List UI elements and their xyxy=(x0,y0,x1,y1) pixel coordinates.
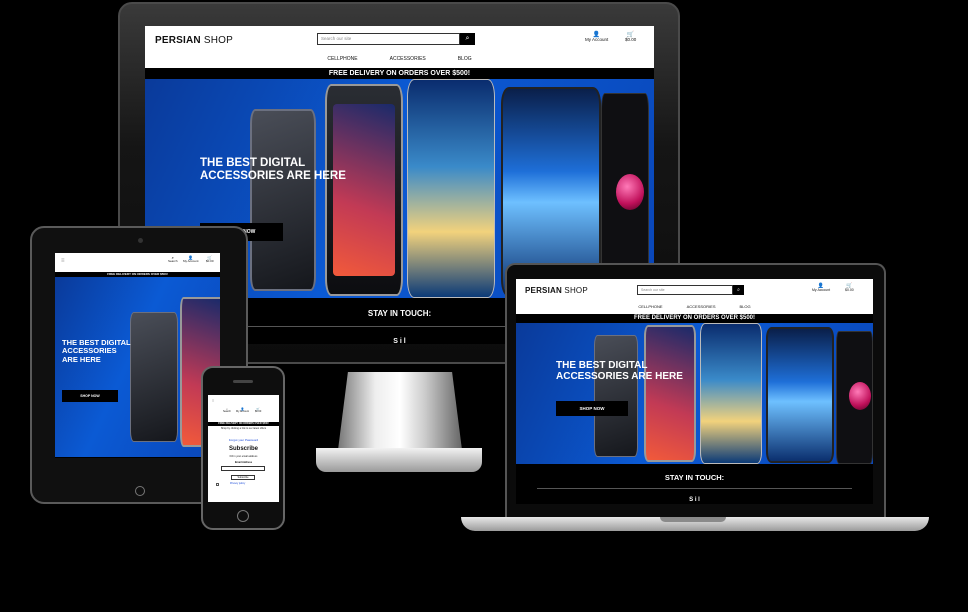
hero-phone-image xyxy=(700,323,762,464)
delivery-banner: FREE DELIVERY ON ORDERS OVER $500! xyxy=(516,314,873,323)
hero-phone-image xyxy=(594,335,638,457)
site-header: PERSIAN SHOP Search our site ⌕ 👤 My Acco… xyxy=(516,279,873,314)
nav-blog[interactable]: BLOG xyxy=(458,56,472,62)
menu-icon[interactable]: ≡ xyxy=(61,258,65,264)
nav-cellphone[interactable]: CELLPHONE xyxy=(327,56,357,62)
hero-title: THE BEST DIGITAL ACCESSORIES ARE HERE xyxy=(62,338,131,364)
cart-link[interactable]: 🛒 $0.00 xyxy=(255,408,261,414)
phone-home-button xyxy=(237,510,249,522)
site-header: PERSIAN SHOP Search our site ⌕ 👤 My Acco… xyxy=(145,26,654,68)
search-icon: ⌕ xyxy=(737,287,740,293)
nav-blog[interactable]: BLOG xyxy=(740,304,751,309)
hero-phone-image xyxy=(250,109,316,291)
hero-phone-image xyxy=(325,84,403,296)
site-header: ≡ ⌕ Search 👤 My Account 🛒 $0.00 xyxy=(55,253,220,272)
subscribe-heading: Subscribe xyxy=(228,446,258,452)
hero-phone-image xyxy=(836,331,873,464)
cart-link[interactable]: 🛒 $0.00 xyxy=(625,32,636,43)
mobile-site: ≡ ⌕ Search 👤 My Account 🛒 $0.00 FREE DEL… xyxy=(208,395,279,502)
search-bar: Search our site ⌕ xyxy=(637,285,744,295)
search-input[interactable]: Search our site xyxy=(637,285,733,295)
password-link[interactable]: Forgot your Password xyxy=(208,438,279,442)
cart-link[interactable]: 🛒 $0.00 xyxy=(845,284,854,293)
nav-cellphone[interactable]: CELLPHONE xyxy=(638,304,662,309)
shop-now-button[interactable]: SHOP NOW xyxy=(62,390,118,402)
tablet-site: ≡ ⌕ Search 👤 My Account 🛒 $0.00 FREE DEL… xyxy=(55,253,220,458)
tablet-screen: ≡ ⌕ Search 👤 My Account 🛒 $0.00 FREE DEL… xyxy=(55,253,220,458)
hero-title: THE BEST DIGITAL ACCESSORIES ARE HERE xyxy=(200,157,346,182)
hero-phone-image xyxy=(130,312,178,442)
menu-icon[interactable]: ≡ xyxy=(212,398,214,403)
shop-now-button[interactable]: SHOP NOW xyxy=(556,401,628,416)
offers-text: Shop by clicking a link to our latest of… xyxy=(220,427,267,430)
search-button[interactable]: ⌕ xyxy=(733,285,744,295)
delivery-banner: FREE DELIVERY ON ORDERS OVER $500! xyxy=(145,68,654,79)
social-heading: S i l xyxy=(689,497,700,503)
cart-link[interactable]: 🛒 $0.00 xyxy=(206,256,214,263)
laptop-site: PERSIAN SHOP Search our site ⌕ 👤 My Acco… xyxy=(516,279,873,504)
site-footer: STAY IN TOUCH: S i l xyxy=(516,464,873,504)
nav-accessories[interactable]: ACCESSORIES xyxy=(390,56,426,62)
laptop-device-notch xyxy=(660,517,726,522)
site-logo[interactable]: PERSIAN SHOP xyxy=(525,286,588,295)
hero-section: THE BEST DIGITAL ACCESSORIES ARE HERE SH… xyxy=(516,323,873,464)
email-label: Email Address xyxy=(234,461,253,464)
search-icon: ⌕ xyxy=(465,35,470,42)
my-account-link[interactable]: 👤 My Account xyxy=(585,32,608,43)
phone-screen: ≡ ⌕ Search 👤 My Account 🛒 $0.00 FREE DEL… xyxy=(208,395,279,502)
privacy-link[interactable]: Privacy policy xyxy=(230,482,245,485)
main-nav: CELLPHONE ACCESSORIES BLOG xyxy=(516,304,873,309)
hero-phone-image xyxy=(766,327,834,463)
privacy-checkbox[interactable] xyxy=(216,483,219,486)
my-account-link[interactable]: 👤 My Account xyxy=(812,284,830,293)
search-bar: Search our site ⌕ xyxy=(317,33,475,45)
footer-divider xyxy=(537,488,852,489)
delivery-banner: FREE DELIVERY ON ORDERS OVER $500! xyxy=(208,422,279,426)
email-prompt: Fill in your email address xyxy=(229,455,258,458)
search-button[interactable]: ⌕ xyxy=(460,33,475,45)
tablet-home-button xyxy=(135,486,145,496)
hero-section: THE BEST DIGITAL ACCESSORIES ARE HERE SH… xyxy=(55,277,220,457)
laptop-screen: PERSIAN SHOP Search our site ⌕ 👤 My Acco… xyxy=(516,279,873,504)
phone-speaker xyxy=(233,380,253,383)
hero-phone-image xyxy=(407,79,495,298)
search-link[interactable]: ⌕ Search xyxy=(168,256,178,263)
search-link[interactable]: ⌕ Search xyxy=(223,408,231,414)
monitor-stand-base xyxy=(316,448,482,472)
stay-in-touch-heading: STAY IN TOUCH: xyxy=(664,473,725,482)
site-logo[interactable]: PERSIAN SHOP xyxy=(155,35,233,46)
monitor-stand-neck xyxy=(338,372,462,450)
tablet-camera xyxy=(138,238,143,243)
main-nav: CELLPHONE ACCESSORIES BLOG xyxy=(145,56,654,62)
nav-accessories[interactable]: ACCESSORIES xyxy=(687,304,716,309)
my-account-link[interactable]: 👤 My Account xyxy=(236,408,249,414)
email-input[interactable] xyxy=(221,466,265,471)
hero-title: THE BEST DIGITAL ACCESSORIES ARE HERE xyxy=(556,360,683,382)
hero-phone-image xyxy=(644,325,696,462)
my-account-link[interactable]: 👤 My Account xyxy=(183,256,199,263)
search-input[interactable]: Search our site xyxy=(317,33,460,45)
subscribe-button[interactable]: Subscribe xyxy=(231,475,255,480)
